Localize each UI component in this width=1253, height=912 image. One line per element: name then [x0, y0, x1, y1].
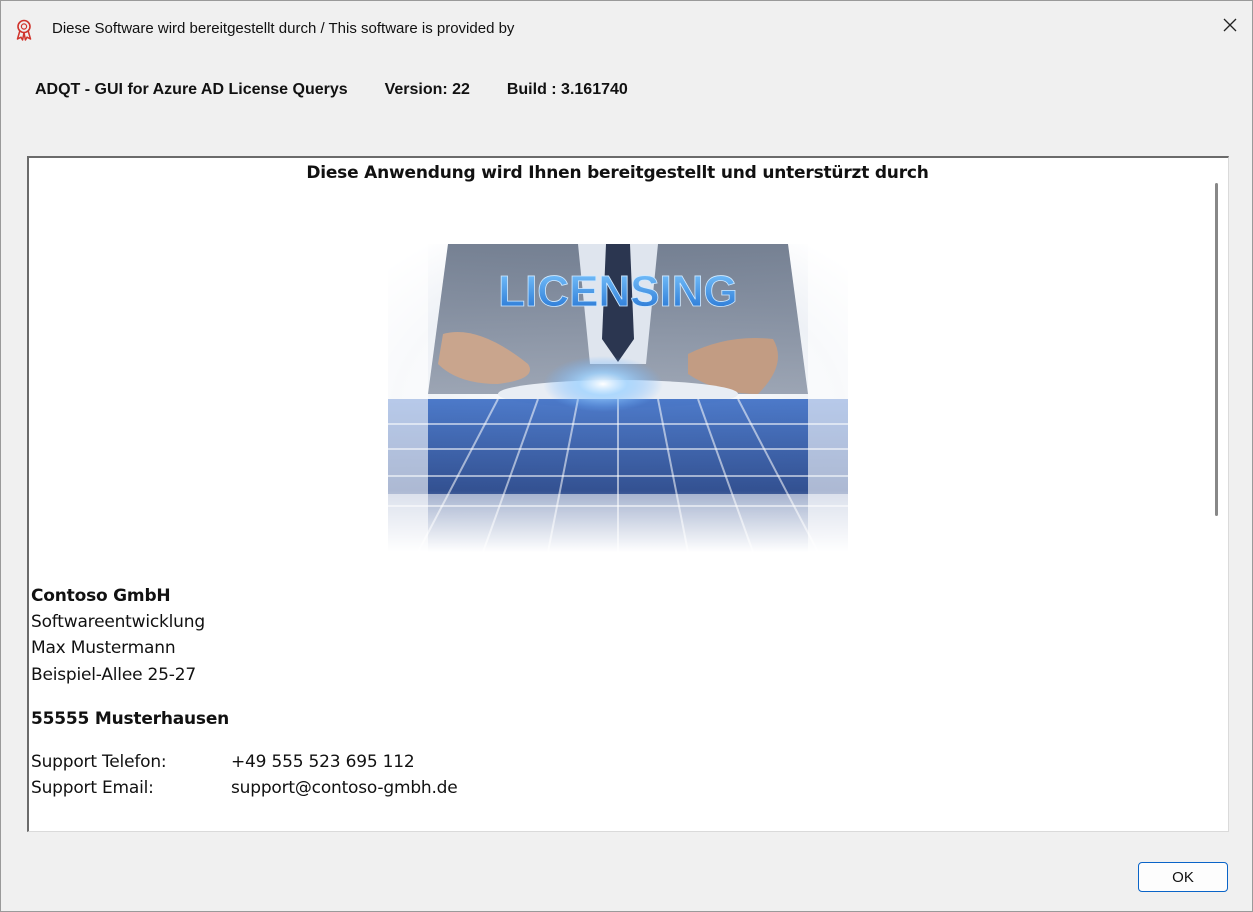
street-address: Beispiel-Allee 25-27 — [31, 665, 196, 685]
licensing-hero-image: LICENSING — [388, 244, 848, 552]
support-phone-label: Support Telefon: — [31, 752, 167, 772]
close-button[interactable] — [1208, 9, 1252, 45]
about-dialog: Diese Software wird bereitgestellt durch… — [0, 0, 1253, 912]
app-info-line: ADQT - GUI for Azure AD License Querys V… — [35, 81, 628, 99]
app-build: Build : 3.161740 — [506, 81, 628, 98]
company-name: Contoso GmbH — [31, 586, 171, 606]
provider-document: Diese Anwendung wird Ihnen bereitgestell… — [29, 158, 1206, 831]
scrollbar-thumb[interactable] — [1215, 183, 1218, 516]
provider-info-panel[interactable]: Diese Anwendung wird Ihnen bereitgestell… — [27, 156, 1229, 832]
support-email-value[interactable]: support@contoso-gmbh.de — [231, 778, 458, 798]
window-title: Diese Software wird bereitgestellt durch… — [52, 20, 515, 37]
support-email-label: Support Email: — [31, 778, 154, 798]
city-address: 55555 Musterhausen — [31, 709, 230, 729]
vertical-scrollbar[interactable] — [1206, 158, 1228, 831]
provider-heading: Diese Anwendung wird Ihnen bereitgestell… — [306, 163, 929, 183]
support-phone-value: +49 555 523 695 112 — [231, 752, 415, 772]
contact-person: Max Mustermann — [31, 638, 176, 658]
svg-text:LICENSING: LICENSING — [498, 267, 738, 316]
app-name: ADQT - GUI for Azure AD License Querys — [35, 81, 348, 98]
app-version: Version: 22 — [384, 81, 470, 98]
department: Softwareentwicklung — [31, 612, 205, 632]
ribbon-award-icon — [14, 19, 34, 41]
ok-button[interactable]: OK — [1138, 862, 1228, 892]
title-bar[interactable]: Diese Software wird bereitgestellt durch… — [1, 1, 1252, 57]
close-icon — [1222, 17, 1238, 38]
